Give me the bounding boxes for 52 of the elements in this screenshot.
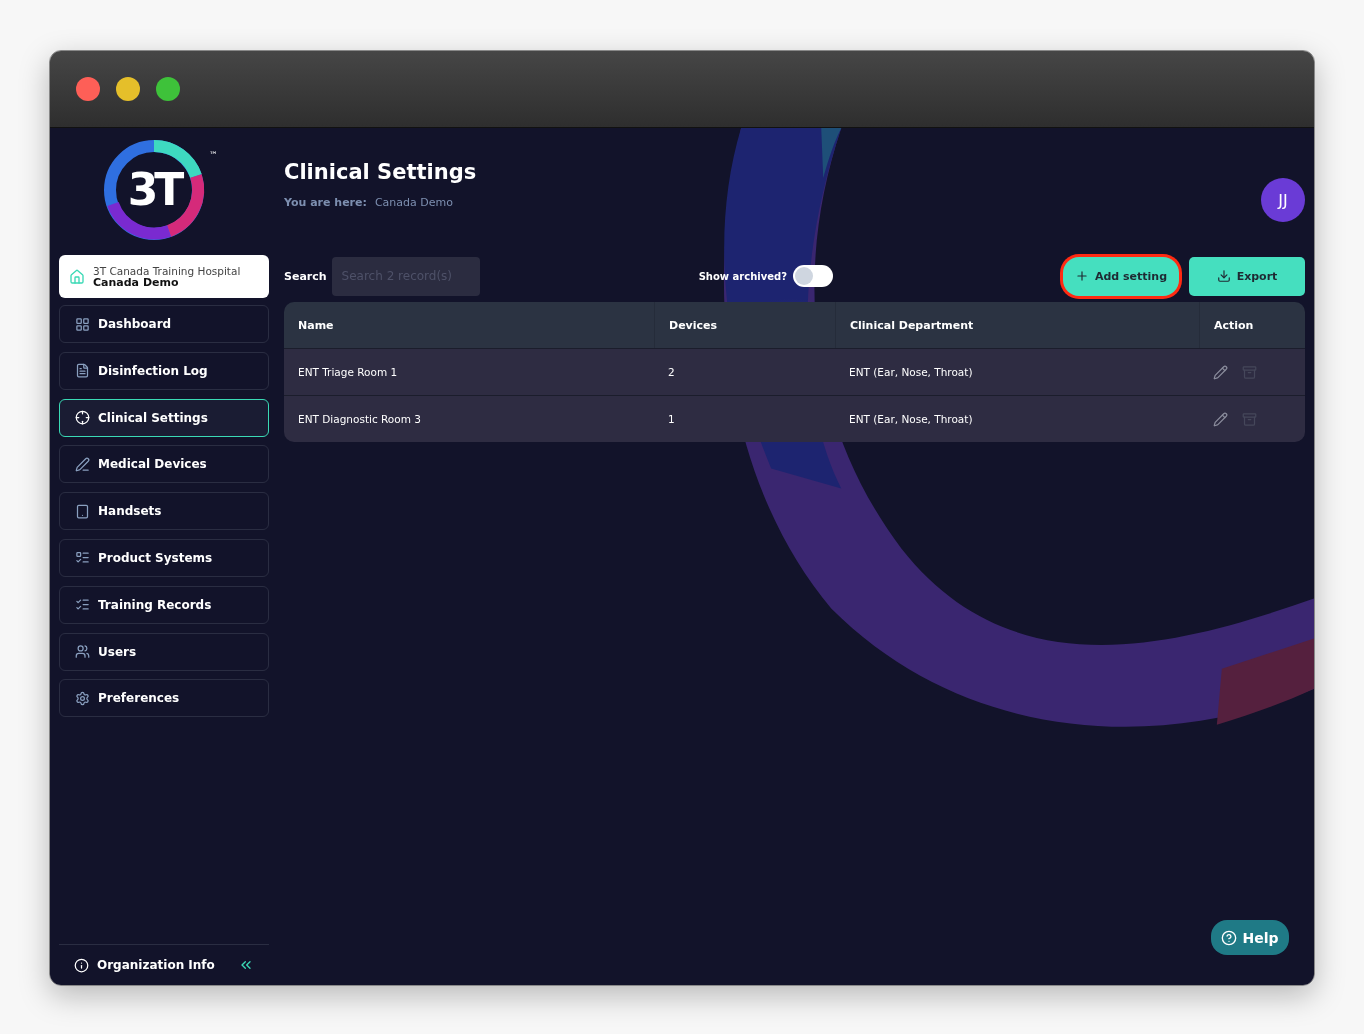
- edit-icon[interactable]: [1213, 364, 1228, 380]
- info-icon: [74, 957, 89, 973]
- column-header: Action: [1199, 302, 1305, 348]
- sidebar-item[interactable]: Product Systems: [59, 539, 269, 577]
- table-cell-text: ENT Diagnostic Room 3: [297, 412, 422, 427]
- download-icon: [1216, 269, 1231, 283]
- site-name: Canada Demo: [93, 276, 179, 289]
- users-icon: [75, 644, 90, 660]
- help-button[interactable]: Help: [1211, 920, 1289, 955]
- settings-icon: [75, 690, 90, 706]
- phone-icon: [75, 503, 90, 519]
- hospital-name: 3T Canada Training Hospital: [93, 264, 241, 277]
- edit-icon[interactable]: [1213, 411, 1228, 427]
- archived-toggle[interactable]: [793, 265, 833, 287]
- sidebar-item[interactable]: Medical Devices: [59, 445, 269, 484]
- table-cell-text: ENT (Ear, Nose, Throat): [848, 365, 974, 380]
- sidebar-item[interactable]: Users: [59, 632, 269, 671]
- window-control[interactable]: [116, 77, 140, 101]
- column-header: Devices: [654, 302, 835, 348]
- show-archived-label: Show archived?: [698, 270, 787, 282]
- sidebar-item[interactable]: Clinical Settings: [59, 398, 269, 437]
- home-icon: [69, 268, 85, 285]
- sidebar-item[interactable]: Disinfection Log: [59, 351, 269, 390]
- window-control[interactable]: [156, 77, 180, 101]
- table-cell-text: 1: [667, 412, 676, 427]
- breadcrumb-link[interactable]: Canada Demo: [374, 196, 453, 209]
- page-title: Clinical Settings: [284, 160, 477, 184]
- sidebar-item[interactable]: Training Records: [59, 585, 269, 624]
- grid-icon: [75, 316, 90, 332]
- document-icon: [75, 363, 90, 379]
- help-icon: [1221, 929, 1238, 946]
- target-icon: [75, 410, 90, 426]
- table-cell-text: ENT Triage Room 1: [297, 365, 399, 380]
- table-cell-text: ENT (Ear, Nose, Throat): [848, 412, 974, 427]
- list-icon: [75, 550, 90, 566]
- organization-selector[interactable]: 3T Canada Training Hospital Canada Demo: [59, 255, 269, 298]
- plus-icon: [1074, 269, 1089, 283]
- sidebar-item[interactable]: Preferences: [59, 679, 269, 718]
- checklist-icon: [75, 597, 90, 613]
- table-cell-text: 2: [667, 365, 676, 380]
- search-label: Search: [284, 269, 327, 283]
- window-control[interactable]: [76, 77, 100, 101]
- sidebar-item[interactable]: Dashboard: [59, 305, 269, 343]
- column-header: Name: [297, 317, 335, 334]
- organization-info-link[interactable]: Organization Info: [97, 958, 230, 972]
- pen-icon: [75, 456, 90, 472]
- column-header: Clinical Department: [835, 302, 1199, 348]
- breadcrumb-label: You are here:: [284, 196, 367, 209]
- add-button[interactable]: Add setting: [1063, 256, 1179, 296]
- user-avatar[interactable]: JJ: [1261, 178, 1305, 222]
- export-button[interactable]: Export: [1189, 256, 1305, 296]
- sidebar-item[interactable]: Handsets: [59, 492, 269, 531]
